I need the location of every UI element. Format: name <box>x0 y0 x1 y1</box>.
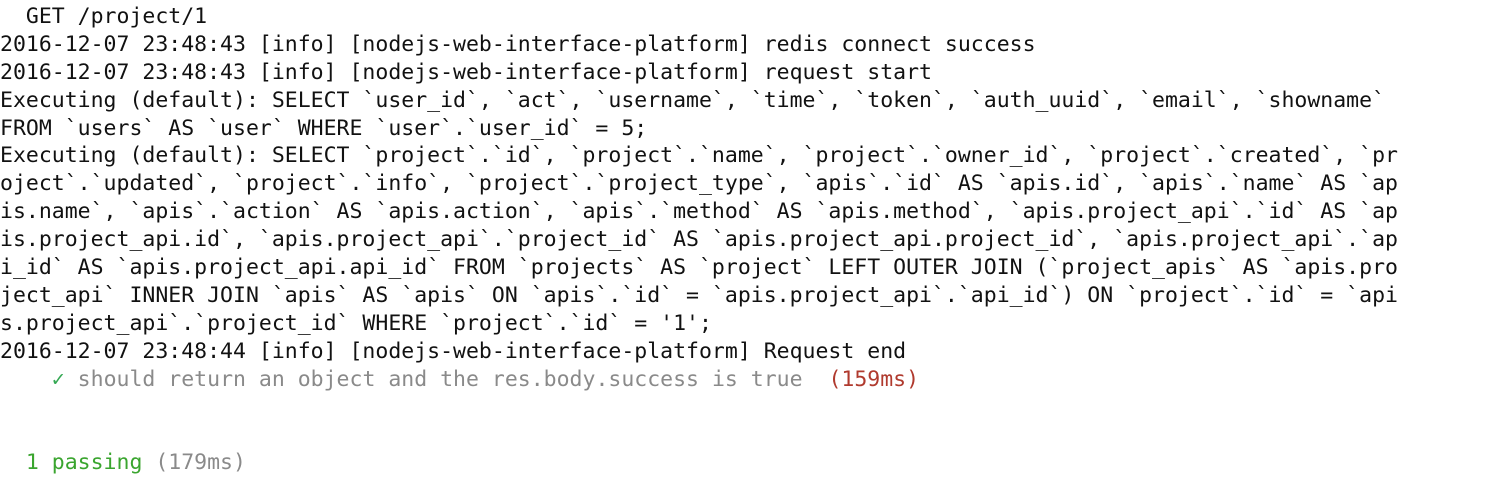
log-line: 2016-12-07 23:48:44 [info] [nodejs-web-i… <box>0 338 907 364</box>
passing-time: (179ms) <box>142 450 246 476</box>
log-line: is.project_api.id`, `apis.project_api`.`… <box>0 227 1398 253</box>
terminal-output: GET /project/1 2016-12-07 23:48:43 [info… <box>0 0 1500 493</box>
test-title: should return an object and the res.body… <box>64 366 829 392</box>
log-line: Executing (default): SELECT `user_id`, `… <box>0 87 1386 113</box>
log-line: is.name`, `apis`.`action` AS `apis.actio… <box>0 199 1398 225</box>
log-line: 2016-12-07 23:48:43 [info] [nodejs-web-i… <box>0 59 932 85</box>
log-line: GET /project/1 <box>0 4 208 29</box>
log-line: 2016-12-07 23:48:43 [info] [nodejs-web-i… <box>0 31 1036 57</box>
check-icon: ✓ <box>51 366 65 392</box>
summary-line: 1 passing (179ms) <box>0 449 1500 477</box>
log-line: s.project_api`.`project_id` WHERE `proje… <box>0 310 712 336</box>
log-line: ject_api` INNER JOIN `apis` AS `apis` ON… <box>0 282 1398 308</box>
log-line: Executing (default): SELECT `project`.`i… <box>0 143 1398 169</box>
test-duration: (159ms) <box>828 366 920 392</box>
summary-indent <box>0 450 26 475</box>
test-result-line: ✓ should return an object and the res.bo… <box>0 366 1500 394</box>
passing-count: 1 passing <box>25 450 143 476</box>
log-line: oject`.`updated`, `project`.`info`, `pro… <box>0 171 1398 197</box>
log-line: i_id` AS `apis.project_api.api_id` FROM … <box>0 255 1398 281</box>
log-line: FROM `users` AS `user` WHERE `user`.`use… <box>0 115 648 141</box>
test-indent <box>0 367 52 392</box>
